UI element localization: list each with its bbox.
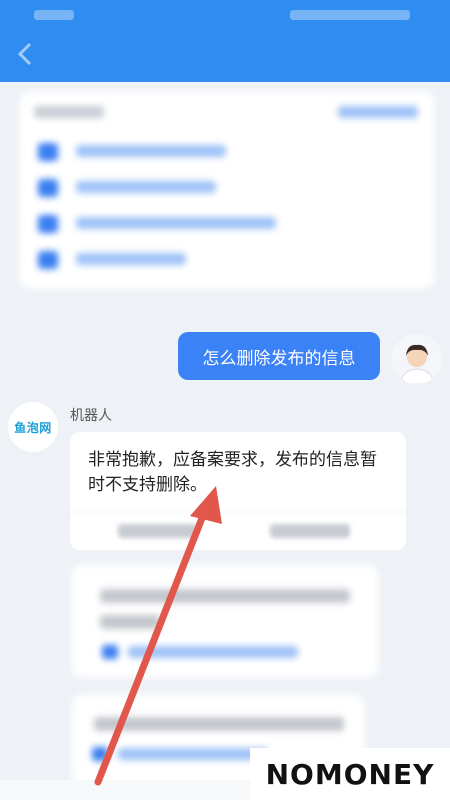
user-message-bubble: 怎么删除发布的信息 — [178, 332, 380, 380]
faq-item[interactable] — [38, 140, 70, 164]
divider — [70, 512, 406, 513]
suggestion-text-blur — [94, 717, 344, 731]
back-arrow-icon[interactable] — [14, 40, 38, 68]
watermark-text: NOMONEY — [265, 757, 435, 791]
user-avatar — [392, 334, 442, 384]
faq-text-blur — [76, 253, 186, 265]
suggestion-link-blur — [118, 748, 268, 760]
faq-text-blur — [76, 145, 226, 157]
status-bar — [0, 0, 450, 28]
suggestion-link[interactable] — [92, 747, 268, 761]
question-icon — [38, 179, 58, 197]
bot-avatar-logo: 鱼泡网 — [14, 420, 52, 435]
signal-icon — [34, 10, 74, 20]
bot-message-card: 非常抱歉，应备案要求，发布的信息暂时不支持删除。 — [70, 432, 406, 550]
bottom-input-bar — [0, 780, 250, 800]
faq-item[interactable] — [38, 248, 70, 272]
question-icon — [38, 251, 58, 269]
faq-text-blur — [76, 181, 216, 193]
suggestion-card — [72, 565, 378, 677]
unhelpful-button[interactable] — [270, 524, 350, 538]
suggestion-link[interactable] — [102, 645, 298, 659]
bot-message-text: 非常抱歉，应备案要求，发布的信息暂时不支持删除。 — [88, 450, 377, 495]
app-header — [0, 28, 450, 82]
faq-card — [20, 92, 434, 288]
helpful-button[interactable] — [118, 524, 198, 538]
question-icon — [38, 215, 58, 233]
link-icon — [102, 645, 118, 659]
suggestion-link-blur — [128, 646, 298, 658]
faq-more-blur — [338, 106, 418, 118]
bot-name: 机器人 — [70, 408, 112, 424]
faq-text-blur — [76, 217, 276, 229]
feedback-actions — [70, 512, 406, 550]
suggestion-text-blur — [100, 615, 160, 629]
faq-item[interactable] — [38, 212, 70, 236]
faq-item[interactable] — [38, 176, 70, 200]
suggestion-text-blur — [100, 589, 350, 603]
question-icon — [38, 143, 58, 161]
user-avatar-icon — [392, 334, 442, 384]
user-message-text: 怎么删除发布的信息 — [202, 348, 356, 369]
battery-icon — [290, 10, 410, 20]
bot-avatar: 鱼泡网 — [8, 402, 58, 452]
faq-heading-blur — [34, 106, 104, 118]
watermark-logo: NOMONEY — [250, 748, 450, 800]
link-icon — [92, 747, 108, 761]
